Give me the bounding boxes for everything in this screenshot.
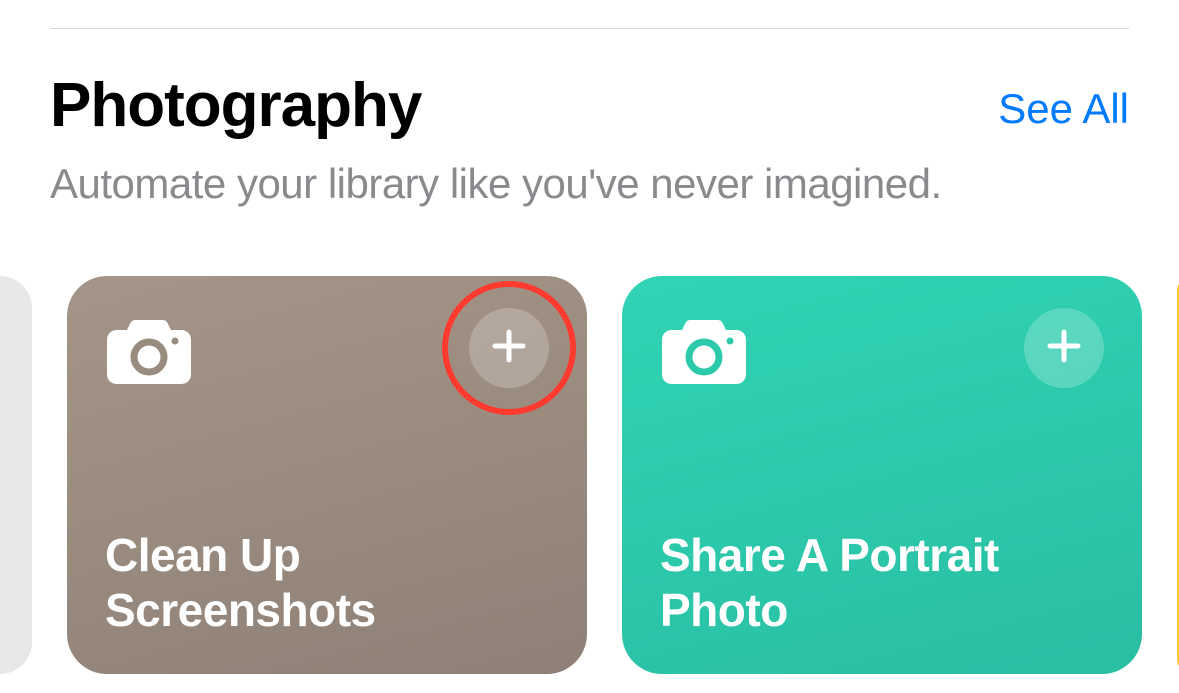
section-subtitle: Automate your library like you've never … xyxy=(50,160,1129,208)
shortcut-card-share-portrait-photo[interactable]: Share A Portrait Photo xyxy=(622,276,1142,674)
plus-icon xyxy=(491,328,527,369)
card-header xyxy=(105,308,549,391)
plus-icon xyxy=(1046,328,1082,369)
shortcut-card-title: Clean Up Screenshots xyxy=(105,528,549,642)
card-header xyxy=(660,308,1104,391)
previous-card-sliver[interactable] xyxy=(0,276,32,674)
camera-icon xyxy=(660,308,748,391)
see-all-link[interactable]: See All xyxy=(998,85,1129,141)
section-title: Photography xyxy=(50,70,421,141)
shortcut-cards-row[interactable]: Clean Up Screenshots Share A Portrait Ph… xyxy=(0,276,1179,681)
add-shortcut-button[interactable] xyxy=(469,308,549,388)
shortcut-card-clean-up-screenshots[interactable]: Clean Up Screenshots xyxy=(67,276,587,674)
add-shortcut-button[interactable] xyxy=(1024,308,1104,388)
section-header: Photography See All xyxy=(50,70,1129,141)
shortcut-card-title: Share A Portrait Photo xyxy=(660,528,1104,642)
section-divider xyxy=(50,28,1129,29)
camera-icon xyxy=(105,308,193,391)
